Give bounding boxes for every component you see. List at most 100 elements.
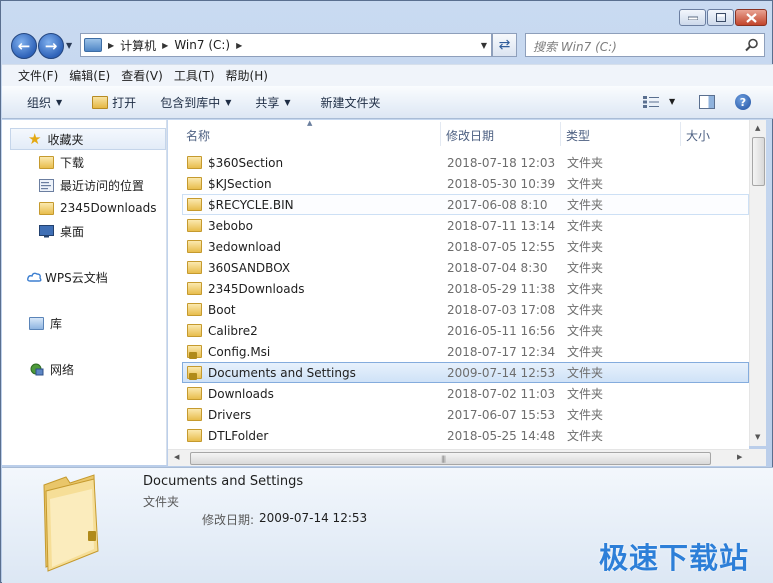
new-folder-button[interactable]: 新建文件夹 [321,94,381,111]
nav-item-recent[interactable]: 最近访问的位置 [39,174,144,196]
table-row[interactable]: Config.Msi 2018-07-17 12:34 文件夹 [182,341,749,362]
table-row[interactable]: Calibre2 2016-05-11 16:56 文件夹 [182,320,749,341]
help-icon[interactable]: ? [735,94,751,110]
refresh-icon: ⇄ [498,37,511,53]
nav-item-favorites[interactable]: ★ 收藏夹 [10,128,166,150]
address-dropdown-icon[interactable]: ▼ [481,41,487,50]
table-row[interactable]: 3ebobo 2018-07-11 13:14 文件夹 [182,215,749,236]
folder-icon [187,240,202,253]
nav-item-wps-cloud[interactable]: WPS云文档 [27,266,108,288]
open-button[interactable]: 打开 [92,94,136,111]
file-name: Drivers [208,407,252,422]
organize-button[interactable]: 组织 ▼ [27,94,62,111]
forward-button[interactable]: → [38,33,64,59]
nav-item-2345downloads[interactable]: 2345Downloads [39,197,156,219]
file-modified-date: 2017-06-07 15:53 [447,407,556,422]
maximize-button[interactable] [707,9,734,26]
column-header-type[interactable]: 类型 [566,124,590,146]
nav-item-libraries[interactable]: 库 [29,312,62,334]
file-type: 文件夹 [567,156,604,170]
scroll-down-icon[interactable]: ▼ [755,433,760,441]
file-name: Documents and Settings [208,365,356,380]
address-bar[interactable]: ▶ 计算机 ▶ Win7 (C:) ▶ ▼ [80,33,492,57]
recent-pages-dropdown[interactable]: ▼ [66,41,72,50]
scroll-right-icon[interactable]: ▶ [737,453,742,461]
refresh-button[interactable]: ⇄ [492,33,517,57]
file-type: 文件夹 [567,219,604,233]
file-name: DTLFolder [208,428,269,443]
column-divider[interactable] [680,122,681,146]
share-button[interactable]: 共享 ▼ [255,94,290,111]
menu-file[interactable]: 文件(F) [18,67,58,84]
table-row[interactable]: Documents and Settings 2009-07-14 12:53 文件… [182,362,749,383]
back-button[interactable]: ← [11,33,37,59]
table-row[interactable]: $RECYCLE.BIN 2017-06-08 8:10 文件夹 [182,194,749,215]
file-name: Calibre2 [208,323,258,338]
breadcrumb-arrow-icon[interactable]: ▶ [236,41,242,50]
column-divider[interactable] [560,122,561,146]
menu-bar: 文件(F) 编辑(E) 查看(V) 工具(T) 帮助(H) [2,64,773,86]
breadcrumb-arrow-icon[interactable]: ▶ [108,41,114,50]
nav-item-network[interactable]: 网络 [29,358,74,380]
details-modified-label: 修改日期: [202,513,255,527]
menu-edit[interactable]: 编辑(E) [69,67,110,84]
view-options-icon[interactable] [643,96,659,108]
table-row[interactable]: 3edownload 2018-07-05 12:55 文件夹 [182,236,749,257]
table-row[interactable]: DTLFolder 2018-05-25 14:48 文件夹 [182,425,749,446]
breadcrumb-arrow-icon[interactable]: ▶ [162,41,168,50]
file-type: 文件夹 [567,387,604,401]
nav-label: 收藏夹 [47,132,84,147]
search-input[interactable]: 搜索 Win7 (C:) [525,33,765,57]
column-header-name[interactable]: 名称 [186,124,210,146]
view-options-dropdown-icon[interactable]: ▼ [669,97,675,106]
grip-icon: ||| [441,455,446,463]
scroll-left-icon[interactable]: ◀ [174,453,179,461]
file-type: 文件夹 [567,282,604,296]
file-type: 文件夹 [567,429,604,443]
vertical-scrollbar[interactable]: ▲ ▼ [749,120,766,446]
file-name: $360Section [208,155,284,170]
horizontal-scrollbar[interactable]: ◀ ||| ▶ [168,449,749,466]
menu-tools[interactable]: 工具(T) [174,67,215,84]
table-row[interactable]: $KJSection 2018-05-30 10:39 文件夹 [182,173,749,194]
table-row[interactable]: $360Section 2018-07-18 12:03 文件夹 [182,152,749,173]
column-divider[interactable] [440,122,441,146]
column-header-size[interactable]: 大小 [686,124,710,146]
vertical-scroll-thumb[interactable] [752,137,765,186]
nav-label: 下载 [60,155,85,170]
folder-icon [187,387,202,400]
horizontal-scroll-thumb[interactable]: ||| [190,452,711,465]
search-icon[interactable] [745,38,759,52]
lock-icon [189,373,197,380]
breadcrumb-computer[interactable]: 计算机 [120,37,156,54]
menu-help[interactable]: 帮助(H) [226,67,268,84]
close-button[interactable] [735,9,767,26]
nav-label: 库 [50,316,63,331]
menu-view[interactable]: 查看(V) [121,67,163,84]
include-library-button[interactable]: 包含到库中 ▼ [160,94,231,111]
file-name: Config.Msi [208,344,271,359]
table-row[interactable]: Downloads 2018-07-02 11:03 文件夹 [182,383,749,404]
file-modified-date: 2018-07-11 13:14 [447,218,556,233]
nav-label: 最近访问的位置 [60,178,145,193]
table-row[interactable]: Drivers 2017-06-07 15:53 文件夹 [182,404,749,425]
file-modified-date: 2018-05-30 10:39 [447,176,556,191]
table-row[interactable]: 360SANDBOX 2018-07-04 8:30 文件夹 [182,257,749,278]
nav-item-downloads[interactable]: 下载 [39,151,84,173]
downloads-folder-icon [39,155,54,169]
star-icon: ★ [28,130,42,148]
desktop-icon [39,224,54,237]
breadcrumb-drive[interactable]: Win7 (C:) [174,38,230,52]
table-row[interactable]: 2345Downloads 2018-05-29 11:38 文件夹 [182,278,749,299]
scroll-up-icon[interactable]: ▲ [755,124,760,132]
preview-pane-icon[interactable] [699,95,715,109]
file-type: 文件夹 [567,198,604,212]
file-modified-date: 2018-07-17 12:34 [447,344,556,359]
column-header-modified[interactable]: 修改日期 [446,124,494,146]
table-row[interactable]: Boot 2018-07-03 17:08 文件夹 [182,299,749,320]
nav-item-desktop[interactable]: 桌面 [39,220,84,242]
new-folder-label: 新建文件夹 [320,95,381,110]
folder-icon [187,219,202,232]
file-name: Downloads [208,386,274,401]
minimize-button[interactable] [679,9,706,26]
